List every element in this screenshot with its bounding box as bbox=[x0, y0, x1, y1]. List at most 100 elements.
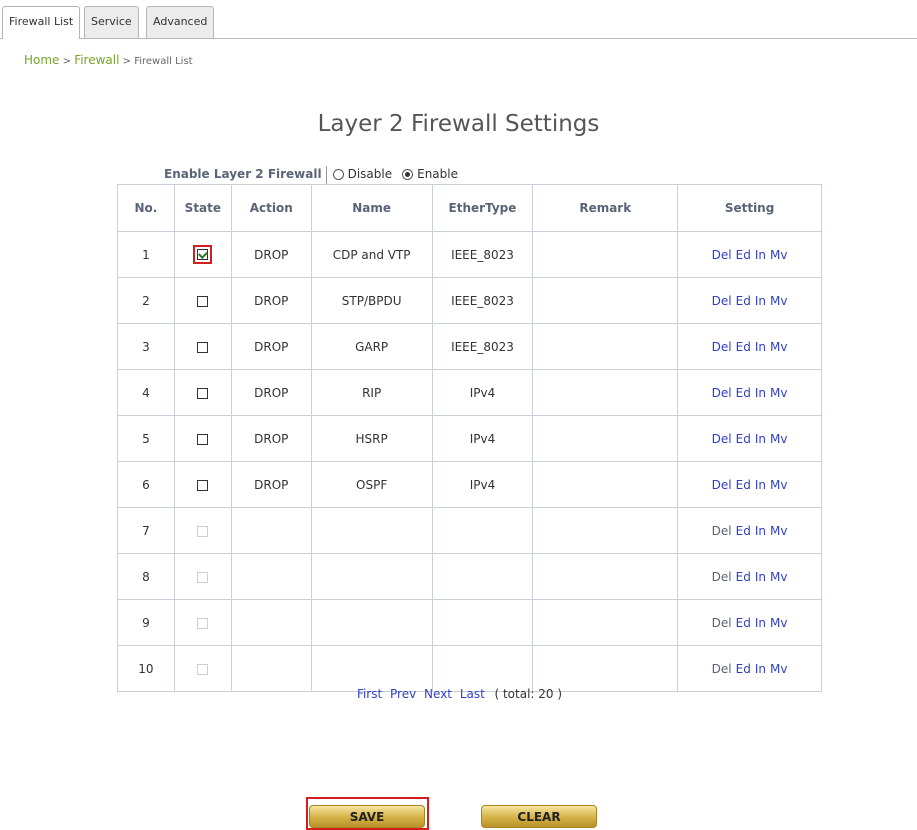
move-link[interactable]: Mv bbox=[770, 616, 787, 630]
state-checkbox[interactable] bbox=[197, 249, 209, 260]
cell-action bbox=[230, 599, 312, 646]
edit-link[interactable]: Ed bbox=[736, 478, 751, 492]
cell-state bbox=[173, 507, 232, 554]
enable-radio[interactable] bbox=[402, 169, 414, 180]
cell-ethertype: IPv4 bbox=[431, 461, 534, 508]
divider bbox=[325, 165, 327, 184]
enable-firewall-label: Enable Layer 2 Firewall bbox=[164, 167, 322, 181]
cell-name bbox=[310, 599, 433, 646]
move-link[interactable]: Mv bbox=[770, 478, 787, 492]
delete-link[interactable]: Del bbox=[712, 432, 732, 446]
tab-service[interactable]: Service bbox=[84, 6, 139, 38]
cell-action bbox=[230, 553, 312, 600]
insert-link[interactable]: In bbox=[755, 478, 766, 492]
delete-link[interactable]: Del bbox=[712, 340, 732, 354]
cell-setting: Del Ed In Mv bbox=[677, 369, 822, 416]
insert-link[interactable]: In bbox=[755, 294, 766, 308]
edit-link[interactable]: Ed bbox=[736, 616, 751, 630]
edit-link[interactable]: Ed bbox=[736, 386, 751, 400]
move-link[interactable]: Mv bbox=[770, 570, 787, 584]
cell-action: DROP bbox=[230, 277, 312, 324]
cell-name: OSPF bbox=[310, 461, 433, 508]
edit-link[interactable]: Ed bbox=[736, 340, 751, 354]
cell-state bbox=[173, 553, 232, 600]
move-link[interactable]: Mv bbox=[770, 432, 787, 446]
state-checkbox[interactable] bbox=[197, 341, 209, 353]
disable-radio[interactable] bbox=[332, 169, 344, 180]
insert-link[interactable]: In bbox=[755, 340, 766, 354]
state-checkbox bbox=[197, 663, 209, 675]
insert-link[interactable]: In bbox=[755, 616, 766, 630]
save-button[interactable]: SAVE bbox=[309, 805, 425, 828]
delete-link: Del bbox=[711, 661, 732, 676]
cell-name: STP/BPDU bbox=[310, 277, 433, 324]
delete-link[interactable]: Del bbox=[712, 294, 732, 308]
header-no: No. bbox=[117, 184, 175, 232]
enable-radio-label[interactable]: Enable bbox=[417, 167, 458, 181]
state-checkbox bbox=[197, 571, 209, 583]
cell-ethertype: IPv4 bbox=[431, 369, 534, 416]
cell-setting: Del Ed In Mv bbox=[677, 277, 822, 324]
insert-link[interactable]: In bbox=[755, 386, 766, 400]
cell-remark bbox=[532, 553, 679, 600]
cell-name: RIP bbox=[310, 369, 433, 416]
edit-link[interactable]: Ed bbox=[736, 432, 751, 446]
delete-link: Del bbox=[711, 569, 732, 584]
clear-button[interactable]: CLEAR bbox=[481, 805, 597, 828]
state-checkbox[interactable] bbox=[197, 433, 209, 445]
prev-page-link[interactable]: Prev bbox=[390, 687, 416, 701]
move-link[interactable]: Mv bbox=[770, 386, 787, 400]
cell-setting: Del Ed In Mv bbox=[677, 461, 822, 508]
cell-setting: Del Ed In Mv bbox=[677, 599, 822, 646]
cell-action: DROP bbox=[230, 231, 312, 278]
cell-setting: Del Ed In Mv bbox=[677, 231, 822, 278]
delete-link[interactable]: Del bbox=[712, 478, 732, 492]
cell-setting: Del Ed In Mv bbox=[677, 507, 822, 554]
tab-advanced[interactable]: Advanced bbox=[146, 6, 215, 38]
edit-link[interactable]: Ed bbox=[736, 248, 751, 262]
last-page-link[interactable]: Last bbox=[460, 687, 485, 701]
header-setting: Setting bbox=[677, 184, 822, 232]
state-checkbox[interactable] bbox=[197, 387, 209, 399]
move-link[interactable]: Mv bbox=[770, 524, 787, 538]
breadcrumb-home-link[interactable]: Home bbox=[24, 53, 59, 67]
move-link[interactable]: Mv bbox=[770, 662, 787, 676]
edit-link[interactable]: Ed bbox=[736, 524, 751, 538]
insert-link[interactable]: In bbox=[755, 524, 766, 538]
cell-state bbox=[173, 231, 232, 278]
insert-link[interactable]: In bbox=[755, 662, 766, 676]
breadcrumb-firewall-link[interactable]: Firewall bbox=[74, 53, 119, 67]
move-link[interactable]: Mv bbox=[770, 294, 787, 308]
edit-link[interactable]: Ed bbox=[736, 570, 751, 584]
cell-ethertype: IEEE_8023 bbox=[431, 323, 534, 370]
insert-link[interactable]: In bbox=[755, 248, 766, 262]
disable-radio-label[interactable]: Disable bbox=[348, 167, 393, 181]
breadcrumb-separator: > bbox=[59, 56, 75, 67]
cell-ethertype: IPv4 bbox=[431, 415, 534, 462]
delete-link: Del bbox=[711, 523, 732, 538]
insert-link[interactable]: In bbox=[755, 570, 766, 584]
cell-no: 10 bbox=[117, 645, 175, 692]
move-link[interactable]: Mv bbox=[770, 248, 787, 262]
cell-remark bbox=[532, 277, 679, 324]
cell-ethertype bbox=[431, 553, 534, 600]
edit-link[interactable]: Ed bbox=[736, 294, 751, 308]
first-page-link[interactable]: First bbox=[357, 687, 382, 701]
cell-no: 1 bbox=[117, 231, 175, 278]
move-link[interactable]: Mv bbox=[770, 340, 787, 354]
edit-link[interactable]: Ed bbox=[736, 662, 751, 676]
insert-link[interactable]: In bbox=[755, 432, 766, 446]
table-row: 1 DROP CDP and VTP IEEE_8023 Del Ed In Mv bbox=[117, 231, 822, 278]
page-title: Layer 2 Firewall Settings bbox=[317, 111, 600, 137]
state-checkbox[interactable] bbox=[197, 295, 209, 307]
delete-link[interactable]: Del bbox=[712, 248, 732, 262]
cell-remark bbox=[532, 369, 679, 416]
next-page-link[interactable]: Next bbox=[424, 687, 452, 701]
state-checkbox[interactable] bbox=[197, 479, 209, 491]
delete-link[interactable]: Del bbox=[712, 386, 732, 400]
tab-firewall-list[interactable]: Firewall List bbox=[2, 6, 81, 39]
breadcrumb: Home > Firewall > Firewall List bbox=[24, 53, 193, 67]
cell-state bbox=[173, 645, 232, 692]
table-row: 7 Del Ed In Mv bbox=[117, 507, 822, 554]
cell-setting: Del Ed In Mv bbox=[677, 415, 822, 462]
